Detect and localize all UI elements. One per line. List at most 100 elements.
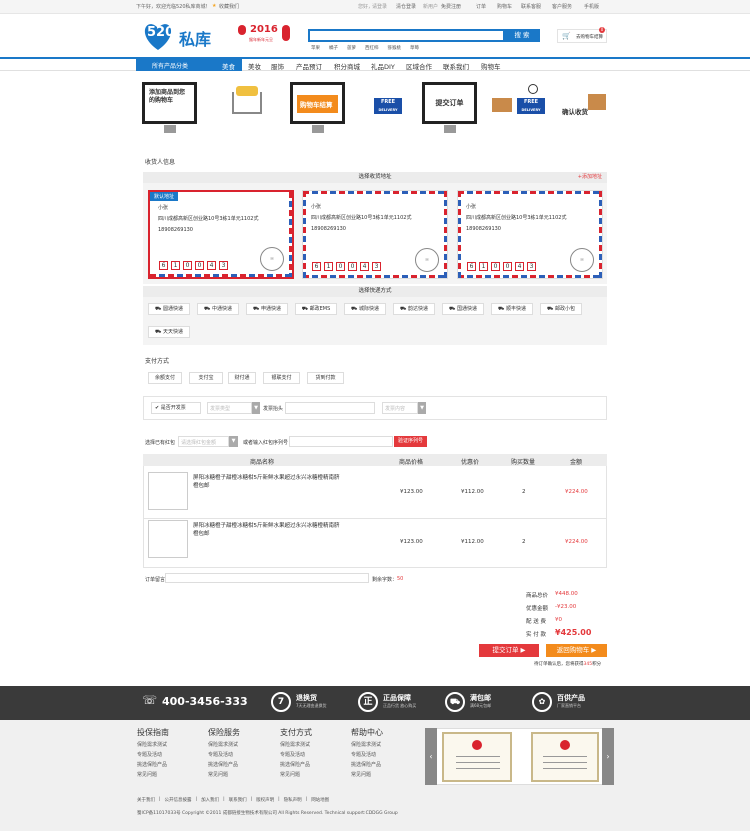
address-card[interactable]: 小张 四川成都高新区创业路10号3栋1单元1102式 18908269130 6… [302,190,448,279]
shipping-option[interactable]: ⛟ 申通快递 [246,303,288,315]
invoice-header-label: 发票抬头 [263,406,284,412]
shipping-option[interactable]: ⛟ 城际快递 [344,303,386,315]
monitor-stand [444,125,456,133]
truck-icon: ⛟ [449,306,457,312]
carousel-prev-icon[interactable]: ‹ [425,728,437,785]
shipping-option[interactable]: ⛟ 圆通快递 [148,303,190,315]
add-address-link[interactable]: +添加地址 [578,172,602,183]
shipping-option[interactable]: ⛟ 国通快递 [442,303,484,315]
back-to-cart-button[interactable]: 返回购物车 ▶ [546,644,607,657]
footer-link[interactable]: 挑选保险产品 [351,761,383,768]
remark-input[interactable] [165,573,369,583]
shipping-option[interactable]: ⛟ 顺丰快递 [491,303,533,315]
invoice-type-select[interactable]: 发票类型 [207,402,252,414]
hot-keyword[interactable]: 菠萝 [347,45,356,51]
table-header: 商品名称 商品价格 优惠价 购买数量 金额 [143,454,607,466]
service-sub: 厂家直销平台 [557,703,581,708]
nav-item-beauty[interactable]: 美妆 [248,61,261,71]
payment-option[interactable]: 余额支付 [148,372,182,384]
footer-link[interactable]: 专题及活动 [208,751,240,758]
nav-item-points[interactable]: 积分商城 [334,61,360,71]
promo-login[interactable]: 清仓登录 [396,3,416,10]
payment-option[interactable]: 财付通 [228,372,256,384]
footer-link[interactable]: 专题及活动 [280,751,312,758]
address-card[interactable]: 小张 四川成都高新区创业路10号3栋1单元1102式 18908269130 6… [457,190,603,279]
footer-link[interactable]: 专题及活动 [137,751,169,758]
footer-link[interactable]: 挑选保险产品 [280,761,312,768]
bottom-link[interactable]: 公开信息披露 [165,797,192,803]
bottom-link[interactable]: 网站地图 [311,797,329,803]
bottom-link[interactable]: 联系我们 [229,797,247,803]
footer-link[interactable]: 常见问题 [137,771,169,778]
address-card-selected[interactable]: 默认地址 小张 四川成都高新区创业路10号3栋1单元1102式 18908269… [148,190,294,279]
hot-keyword[interactable]: 橘子 [329,45,338,51]
invoice-content-select[interactable]: 发票内容 [382,402,418,414]
footer-link[interactable]: 挑选保险产品 [208,761,240,768]
chevron-down-icon[interactable]: ▼ [252,402,260,414]
service-link[interactable]: 客户服务 [552,3,572,10]
chevron-down-icon[interactable]: ▼ [418,402,426,414]
shipping-option[interactable]: ⛟ 中通快递 [197,303,239,315]
hot-keyword[interactable]: 草莓 [410,45,419,51]
coupon-code-input[interactable] [289,436,393,447]
hot-keyword[interactable]: 苹果 [311,45,320,51]
shipping-header: 选择快递方式 [143,286,607,297]
shipping-option[interactable]: ⛟ 邮政EMS [295,303,337,315]
hot-keyword[interactable]: 西红柿 [365,45,379,51]
contact-link[interactable]: 联系客服 [521,3,541,10]
invoice-checkbox[interactable]: ✔ 是否开发票 [151,402,201,414]
bottom-link[interactable]: 隐私声明 [284,797,302,803]
favorite-link[interactable]: 收藏我们 [219,3,239,10]
nav-item-contact[interactable]: 联系我们 [443,61,469,71]
bottom-link[interactable]: 关于我们 [137,797,155,803]
nav-item-active[interactable]: 美食 [218,59,242,71]
logo[interactable]: 520 私库 [143,16,233,54]
chevron-down-icon[interactable]: ▼ [229,436,238,447]
footer-link[interactable]: 专题及活动 [351,751,383,758]
footer-link[interactable]: 保险需求测试 [208,741,240,748]
shipping-option[interactable]: ⛟ 天天快递 [148,326,190,338]
product-thumbnail[interactable] [148,520,188,558]
carousel-next-icon[interactable]: › [602,728,614,785]
nav-item-cart[interactable]: 购物车 [481,61,501,71]
bottom-link[interactable]: 版权声明 [256,797,274,803]
certificate-image[interactable] [531,732,599,782]
register-link[interactable]: 免费注册 [441,3,461,10]
product-thumbnail[interactable] [148,472,188,510]
nav-item-clothes[interactable]: 服饰 [271,61,284,71]
verify-code-button[interactable]: 验证序列号 [394,436,427,447]
orders-link[interactable]: 订单 [476,3,486,10]
footer-link[interactable]: 常见问题 [208,771,240,778]
product-sale-price: ¥112.00 [461,539,484,545]
footer-link[interactable]: 保险需求测试 [351,741,383,748]
product-name[interactable]: 屏阳冰糖橙子甜橙冰糖柑5斤新鲜水果超过永兴冰糖橙精南脐橙包邮 [193,474,343,490]
login-link[interactable]: 请登录 [372,3,387,10]
submit-order-button[interactable]: 提交订单 ▶ [479,644,539,657]
delivery-truck-icon: FREE DELIVERY [374,98,402,114]
payment-option[interactable]: 支付宝 [189,372,223,384]
invoice-header-input[interactable] [285,402,375,414]
certificate-image[interactable] [442,732,512,782]
product-name[interactable]: 屏阳冰糖橙子甜橙冰糖柑5斤新鲜水果超过永兴冰糖橙精南脐橙包邮 [193,522,343,538]
cart-link[interactable]: 购物车 [497,3,512,10]
mobile-link[interactable]: 手机版 [584,3,599,10]
search-button[interactable]: 搜 索 [504,29,540,42]
shipping-option[interactable]: ⛟ 韵达快递 [393,303,435,315]
footer-link[interactable]: 常见问题 [280,771,312,778]
footer-link[interactable]: 挑选保险产品 [137,761,169,768]
payment-option[interactable]: 银联支付 [263,372,300,384]
hot-keyword[interactable]: 猕猴桃 [388,45,402,51]
col-amount: 金额 [570,459,583,466]
nav-item-preorder[interactable]: 产品预订 [296,61,322,71]
coupon-select[interactable]: 请选择红包金额 [178,436,229,447]
footer-link[interactable]: 保险需求测试 [137,741,169,748]
footer-link[interactable]: 常见问题 [351,771,383,778]
cart-button[interactable]: 🛒 去购物车结算 0 [557,27,607,43]
bottom-link[interactable]: 加入我们 [201,797,219,803]
shipping-option[interactable]: ⛟ 邮政小包 [540,303,582,315]
nav-item-gift[interactable]: 礼品DIY [371,61,395,71]
payment-option[interactable]: 货到付款 [307,372,344,384]
nav-item-region[interactable]: 区域合作 [406,61,432,71]
footer-link[interactable]: 保险需求测试 [280,741,312,748]
search-input[interactable] [308,29,505,42]
